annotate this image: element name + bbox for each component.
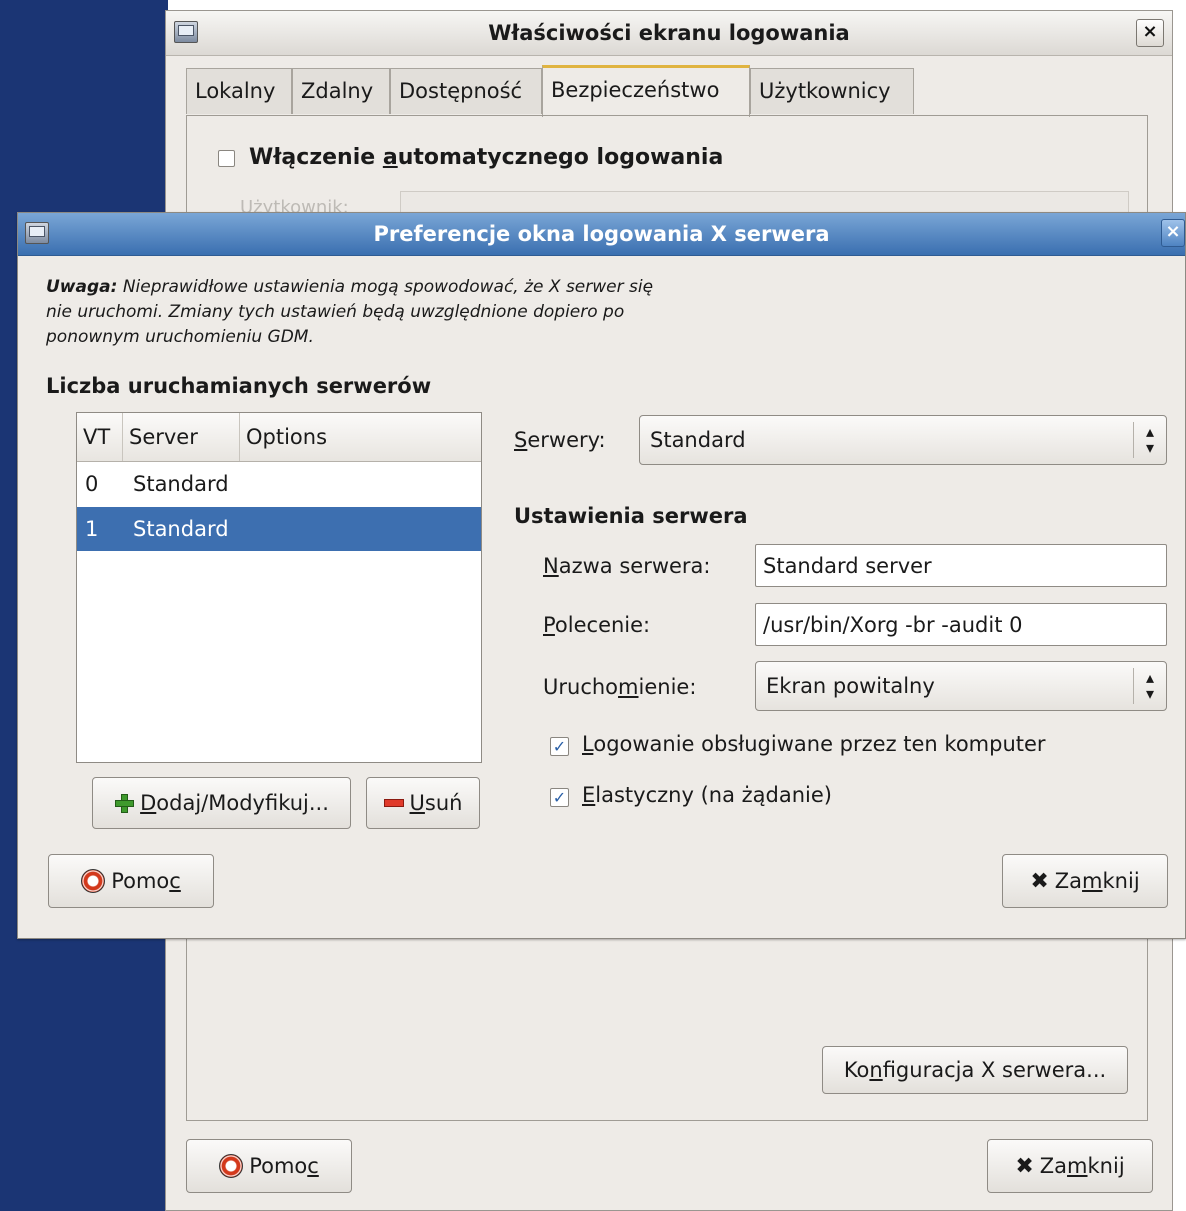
- server-settings-title: Ustawienia serwera: [514, 504, 748, 528]
- add-modify-label: Dodaj/Modyfikuj...: [140, 791, 329, 815]
- servers-combo-value: Standard: [650, 428, 746, 452]
- close-dialog-button[interactable]: ×: [1161, 219, 1185, 247]
- xserver-preferences-dialog: Preferencje okna logowania X serwera × U…: [17, 212, 1186, 939]
- close-window-button[interactable]: ×: [1136, 19, 1164, 47]
- add-modify-button[interactable]: Dodaj/Modyfikuj...: [92, 777, 351, 829]
- column-header-options[interactable]: Options: [240, 413, 481, 461]
- cell-vt: 1: [85, 517, 99, 541]
- window-title: Właściwości ekranu logowania: [488, 21, 850, 45]
- launch-combo-value: Ekran powitalny: [766, 674, 935, 698]
- close-button[interactable]: ✖ Zamknij: [1002, 854, 1168, 908]
- tab-remote[interactable]: Zdalny: [292, 68, 390, 114]
- xserver-config-label: Konfiguracja X serwera...: [843, 1058, 1107, 1082]
- help-lifebuoy-icon: [81, 869, 106, 893]
- command-field[interactable]: /usr/bin/Xorg -br -audit 0: [755, 603, 1167, 646]
- remove-label: Usuń: [409, 791, 463, 815]
- warning-text: Uwaga: Nieprawidłowe ustawienia mogą spo…: [46, 277, 654, 347]
- flexible-label: Elastyczny (na żądanie): [582, 783, 832, 807]
- combo-arrows-icon: ▴ ▾: [1133, 668, 1166, 704]
- cell-server: Standard: [133, 472, 229, 496]
- autologin-checkbox[interactable]: [218, 150, 235, 167]
- flexible-checkbox[interactable]: ✓: [550, 788, 569, 807]
- xserver-config-button[interactable]: Konfiguracja X serwera...: [822, 1046, 1128, 1094]
- remove-minus-icon: [383, 799, 404, 807]
- cell-vt: 0: [85, 472, 99, 496]
- help-label: Pomoc: [249, 1154, 319, 1178]
- column-header-vt[interactable]: VT: [77, 413, 123, 461]
- launch-label: Uruchomienie:: [543, 675, 697, 699]
- command-label: Polecenie:: [543, 613, 651, 637]
- servers-section-title: Liczba uruchamianych serwerów: [46, 374, 432, 398]
- launch-combo[interactable]: Ekran powitalny ▴ ▾: [755, 661, 1167, 711]
- help-button[interactable]: Pomoc: [48, 854, 214, 908]
- close-label: Zamknij: [1039, 1154, 1125, 1178]
- close-label: Zamknij: [1054, 869, 1140, 893]
- help-button[interactable]: Pomoc: [186, 1139, 352, 1193]
- dialog-titlebar[interactable]: Preferencje okna logowania X serwera ×: [18, 213, 1185, 256]
- tab-local[interactable]: Lokalny: [186, 68, 292, 114]
- close-x-icon: ✖: [1030, 868, 1049, 894]
- close-x-icon: ✖: [1015, 1153, 1034, 1179]
- window-titlebar[interactable]: Właściwości ekranu logowania ×: [166, 11, 1172, 56]
- help-label: Pomoc: [111, 869, 181, 893]
- servers-table[interactable]: VT Server Options 0 Standard 1 Standard: [76, 412, 482, 763]
- tab-accessibility[interactable]: Dostępność: [390, 68, 542, 114]
- add-plus-icon: [114, 793, 135, 813]
- help-lifebuoy-icon: [219, 1154, 244, 1178]
- login-handled-label: Logowanie obsługiwane przez ten komputer: [582, 732, 1046, 756]
- servers-label: Serwery:: [514, 428, 606, 452]
- autologin-label: Włączenie automatycznego logowania: [249, 145, 724, 170]
- table-row[interactable]: 0 Standard: [77, 462, 481, 506]
- close-button[interactable]: ✖ Zamknij: [987, 1139, 1153, 1193]
- login-handled-checkbox[interactable]: ✓: [550, 737, 569, 756]
- column-header-server[interactable]: Server: [123, 413, 240, 461]
- servers-combo[interactable]: Standard ▴ ▾: [639, 415, 1167, 465]
- cell-server: Standard: [133, 517, 229, 541]
- table-row-selected[interactable]: 1 Standard: [77, 507, 481, 551]
- tab-users[interactable]: Użytkownicy: [750, 68, 914, 114]
- server-name-label: Nazwa serwera:: [543, 554, 711, 578]
- tab-security[interactable]: Bezpieczeństwo: [542, 65, 750, 117]
- combo-arrows-icon: ▴ ▾: [1133, 422, 1166, 458]
- remove-button[interactable]: Usuń: [366, 777, 480, 829]
- dialog-title: Preferencje okna logowania X serwera: [373, 222, 830, 246]
- table-header: VT Server Options: [77, 413, 481, 462]
- server-name-field[interactable]: Standard server: [755, 544, 1167, 587]
- warning-bold: Uwaga:: [46, 277, 118, 297]
